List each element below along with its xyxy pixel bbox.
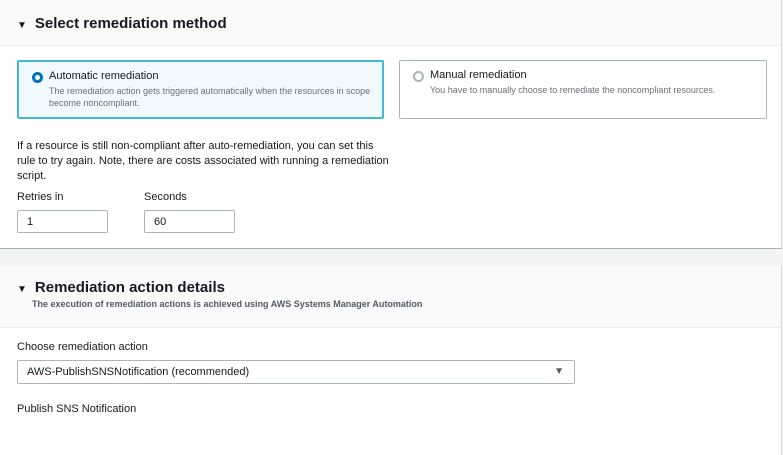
option-label: Automatic remediation bbox=[49, 70, 159, 82]
retries-input[interactable]: 1 bbox=[17, 210, 108, 233]
seconds-label: Seconds bbox=[144, 191, 187, 203]
option-description: You have to manually choose to remediate… bbox=[430, 85, 716, 95]
caret-down-icon[interactable]: ▼ bbox=[17, 20, 27, 31]
radio-manual[interactable] bbox=[413, 71, 424, 82]
caret-down-icon[interactable]: ▼ bbox=[17, 284, 27, 295]
retry-note: If a resource is still non-compliant aft… bbox=[17, 140, 389, 182]
section-subtitle: The execution of remediation actions is … bbox=[32, 299, 423, 309]
remediation-action-panel: ▼ Remediation action details The executio… bbox=[0, 265, 782, 455]
option-description: The remediation action gets triggered au… bbox=[49, 86, 371, 108]
choose-action-label: Choose remediation action bbox=[17, 341, 148, 353]
remediation-method-panel: ▼ Select remediation method Automatic rem… bbox=[0, 0, 782, 249]
publish-sns-label: Publish SNS Notification bbox=[17, 403, 137, 415]
retries-label: Retries in bbox=[17, 191, 64, 203]
section-title: Select remediation method bbox=[34, 15, 227, 32]
radio-automatic[interactable] bbox=[32, 72, 43, 83]
selected-value: AWS-PublishSNSNotification (recommended) bbox=[27, 366, 250, 378]
option-label: Manual remediation bbox=[430, 69, 527, 81]
automatic-remediation-option[interactable]: Automatic remediation The remediation ac… bbox=[17, 60, 384, 119]
remediation-action-select[interactable]: AWS-PublishSNSNotification (recommended)… bbox=[17, 360, 575, 384]
seconds-input[interactable]: 60 bbox=[144, 210, 235, 233]
dropdown-caret-icon: ▼ bbox=[554, 366, 564, 377]
section-title: Remediation action details bbox=[34, 279, 225, 296]
remediation-method-header[interactable]: ▼ Select remediation method bbox=[0, 0, 781, 46]
remediation-action-header[interactable]: ▼ Remediation action details The executio… bbox=[0, 265, 781, 328]
manual-remediation-option[interactable]: Manual remediation You have to manually … bbox=[399, 60, 767, 119]
